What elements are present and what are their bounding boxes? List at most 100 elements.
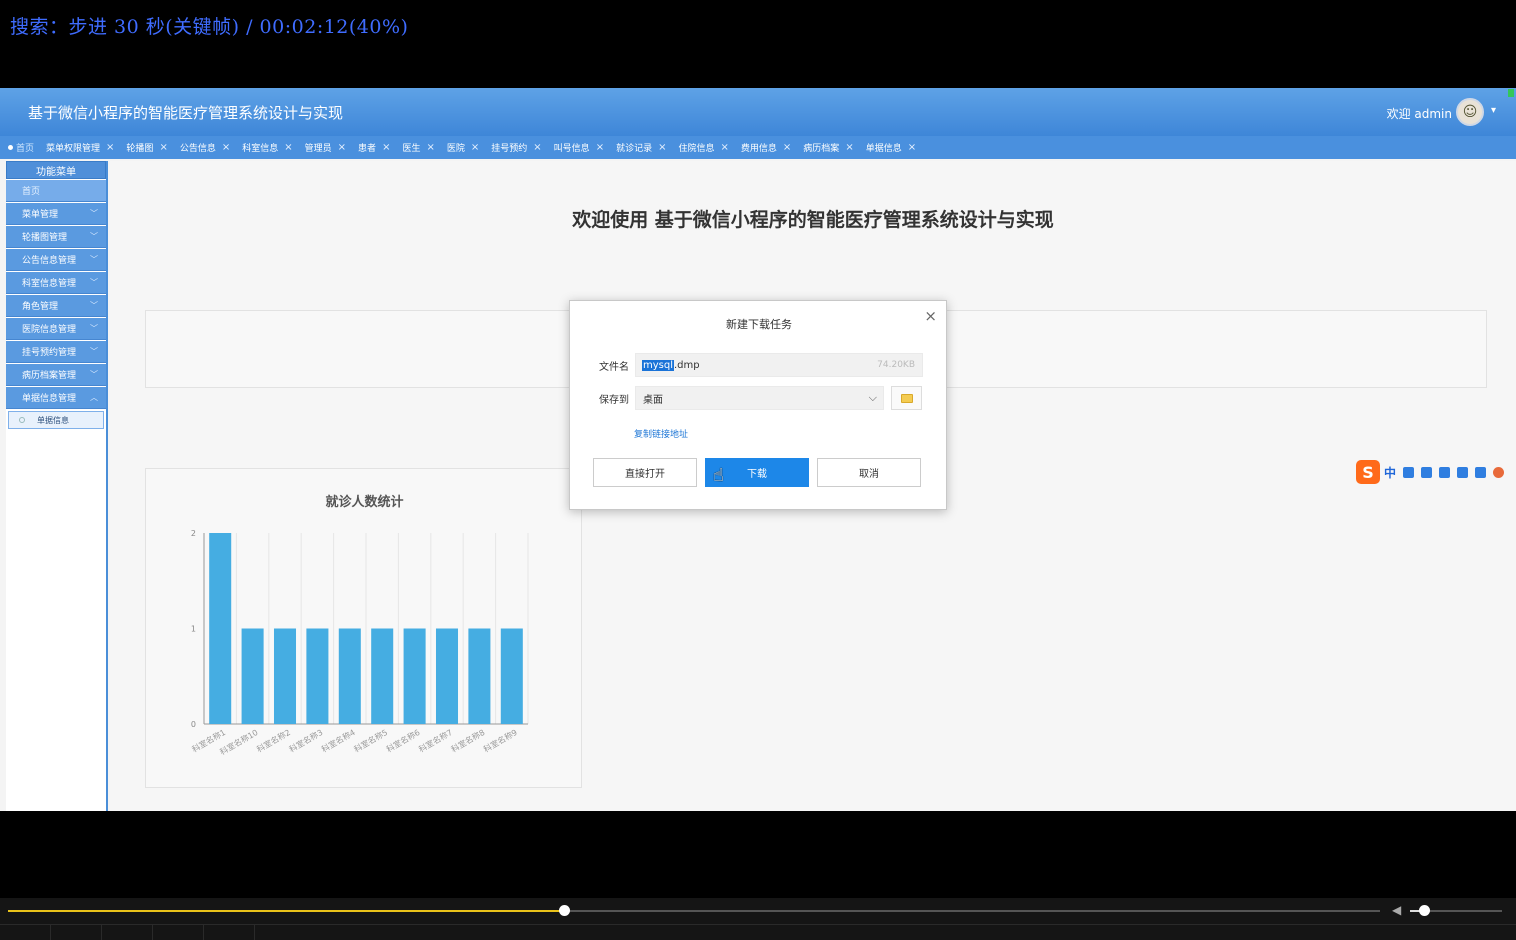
- sidebar-heading: 功能菜单: [6, 161, 106, 179]
- chevron-down-icon: ﹀: [90, 232, 98, 241]
- saveto-select[interactable]: 桌面 ⌵: [635, 386, 884, 410]
- tab-label: 挂号预约: [491, 144, 528, 154]
- x-tick-label: 科室名称2: [255, 727, 292, 754]
- keyboard-icon[interactable]: [1439, 466, 1451, 478]
- tab-close-icon[interactable]: ×: [338, 142, 346, 153]
- tab-15[interactable]: 单据信息 ×: [866, 141, 916, 154]
- volume-handle[interactable]: [1418, 905, 1430, 916]
- tab-3[interactable]: 公告信息 ×: [180, 141, 230, 154]
- tab-14[interactable]: 病历档案 ×: [803, 141, 853, 154]
- ime-mode-toggle[interactable]: 中: [1384, 464, 1396, 481]
- tab-9[interactable]: 挂号预约 ×: [491, 141, 541, 154]
- download-dialog: 新建下载任务 × 文件名 mysql .dmp 74.20KB 保存到 桌面 ⌵ …: [569, 300, 947, 510]
- punctuation-icon[interactable]: [1403, 466, 1415, 478]
- sidebar-item-4[interactable]: 科室信息管理 ﹀: [6, 272, 106, 294]
- avatar[interactable]: ☺: [1456, 98, 1484, 126]
- chevron-down-icon: ﹀: [90, 255, 98, 264]
- player-controls: ◀: [0, 898, 1516, 940]
- tab-5[interactable]: 管理员 ×: [305, 141, 346, 154]
- sidebar-item-1[interactable]: 菜单管理 ﹀: [6, 203, 106, 225]
- filename-label: 文件名: [599, 362, 629, 373]
- sidebar-item-8[interactable]: 病历档案管理 ﹀: [6, 364, 106, 386]
- filename-input[interactable]: mysql .dmp 74.20KB: [635, 353, 923, 377]
- control-slot[interactable]: [204, 925, 255, 940]
- sidebar-item-3[interactable]: 公告信息管理 ﹀: [6, 249, 106, 271]
- tab-label: 医生: [402, 144, 421, 154]
- seek-progress: [8, 910, 564, 912]
- tab-11[interactable]: 就诊记录 ×: [616, 141, 666, 154]
- skin-icon[interactable]: [1457, 466, 1469, 478]
- sidebar-subitem-bills[interactable]: 单据信息: [8, 411, 104, 429]
- chevron-down-icon: ﹀: [90, 324, 98, 333]
- tab-label: 单据信息: [865, 144, 902, 154]
- bar: [241, 628, 264, 724]
- sidebar-item-5[interactable]: 角色管理 ﹀: [6, 295, 106, 317]
- tab-12[interactable]: 住院信息 ×: [678, 141, 728, 154]
- tab-close-icon[interactable]: ×: [106, 142, 114, 153]
- bar: [435, 628, 459, 724]
- tab-6[interactable]: 患者 ×: [358, 141, 390, 154]
- tab-label: 轮播图: [126, 144, 154, 154]
- bar: [500, 628, 523, 724]
- sidebar: 功能菜单 首页 菜单管理 ﹀ 轮播图管理 ﹀ 公告信息管理 ﹀ 科室信息管理 ﹀ 角色管理 ﹀ 医院信…: [6, 161, 108, 811]
- tab-close-icon[interactable]: ×: [658, 142, 666, 153]
- tab-close-icon[interactable]: ×: [284, 142, 292, 153]
- app-title: 基于微信小程序的智能医疗管理系统设计与实现: [28, 104, 344, 122]
- bar: [273, 628, 297, 724]
- sidebar-item-label: 首页: [22, 187, 41, 197]
- assistant-icon[interactable]: [1493, 466, 1505, 478]
- app-header: 基于微信小程序的智能医疗管理系统设计与实现 欢迎 admin ☺ ▾: [0, 88, 1516, 136]
- y-tick-label: 1: [191, 625, 196, 634]
- tab-close-icon[interactable]: ×: [845, 142, 853, 153]
- bullet-icon: [19, 417, 25, 423]
- sidebar-item-9[interactable]: 单据信息管理 ︿: [6, 387, 106, 409]
- chevron-down-icon[interactable]: ▾: [1491, 105, 1496, 116]
- tab-close-icon[interactable]: ×: [533, 142, 541, 153]
- sidebar-item-2[interactable]: 轮播图管理 ﹀: [6, 226, 106, 248]
- dialog-title: 新建下载任务: [726, 318, 792, 331]
- tab-close-icon[interactable]: ×: [471, 142, 479, 153]
- microphone-icon[interactable]: [1421, 466, 1433, 478]
- tab-10[interactable]: 叫号信息 ×: [554, 141, 604, 154]
- tab-2[interactable]: 轮播图 ×: [126, 141, 167, 154]
- tab-4[interactable]: 科室信息 ×: [242, 141, 292, 154]
- seek-handle[interactable]: [559, 905, 570, 916]
- ime-toolbar: S 中: [1356, 460, 1514, 484]
- cancel-button[interactable]: 取消: [817, 458, 921, 487]
- tab-1[interactable]: 菜单权限管理 ×: [46, 141, 114, 154]
- volume-icon[interactable]: ◀: [1392, 903, 1401, 917]
- close-icon[interactable]: ×: [924, 307, 937, 325]
- sidebar-item-0[interactable]: 首页: [6, 180, 106, 202]
- copy-link-button[interactable]: 复制链接地址: [634, 427, 688, 440]
- tab-13[interactable]: 费用信息 ×: [741, 141, 791, 154]
- chevron-down-icon: ⌵: [868, 391, 877, 404]
- sogou-logo-icon[interactable]: S: [1356, 460, 1380, 484]
- sidebar-item-label: 科室信息管理: [22, 279, 77, 289]
- tab-7[interactable]: 医生 ×: [402, 141, 434, 154]
- control-slot[interactable]: [0, 925, 51, 940]
- sidebar-item-6[interactable]: 医院信息管理 ﹀: [6, 318, 106, 340]
- tab-close-icon[interactable]: ×: [596, 142, 604, 153]
- tab-close-icon[interactable]: ×: [159, 142, 167, 153]
- sidebar-item-7[interactable]: 挂号预约管理 ﹀: [6, 341, 106, 363]
- tab-close-icon[interactable]: ×: [426, 142, 434, 153]
- open-directly-button[interactable]: 直接打开: [593, 458, 697, 487]
- browse-folder-button[interactable]: [891, 386, 922, 410]
- sidebar-item-label: 轮播图管理: [22, 233, 68, 243]
- x-tick-label: 科室名称9: [482, 727, 519, 754]
- tab-close-icon[interactable]: ×: [721, 142, 729, 153]
- tab-close-icon[interactable]: ×: [783, 142, 791, 153]
- tab-close-icon[interactable]: ×: [382, 142, 390, 153]
- toolbox-icon[interactable]: [1475, 466, 1487, 478]
- file-size: 74.20KB: [877, 360, 915, 370]
- tab-close-icon[interactable]: ×: [222, 142, 230, 153]
- control-slot[interactable]: [51, 925, 102, 940]
- tab-close-icon[interactable]: ×: [908, 142, 916, 153]
- tab-8[interactable]: 医院 ×: [447, 141, 479, 154]
- sidebar-item-label: 挂号预约管理: [22, 348, 77, 358]
- control-slot[interactable]: [102, 925, 153, 940]
- control-slot[interactable]: [153, 925, 204, 940]
- tab-0[interactable]: 首页: [8, 141, 34, 154]
- sidebar-item-label: 单据信息管理: [22, 394, 77, 404]
- tab-label: 菜单权限管理: [46, 144, 101, 154]
